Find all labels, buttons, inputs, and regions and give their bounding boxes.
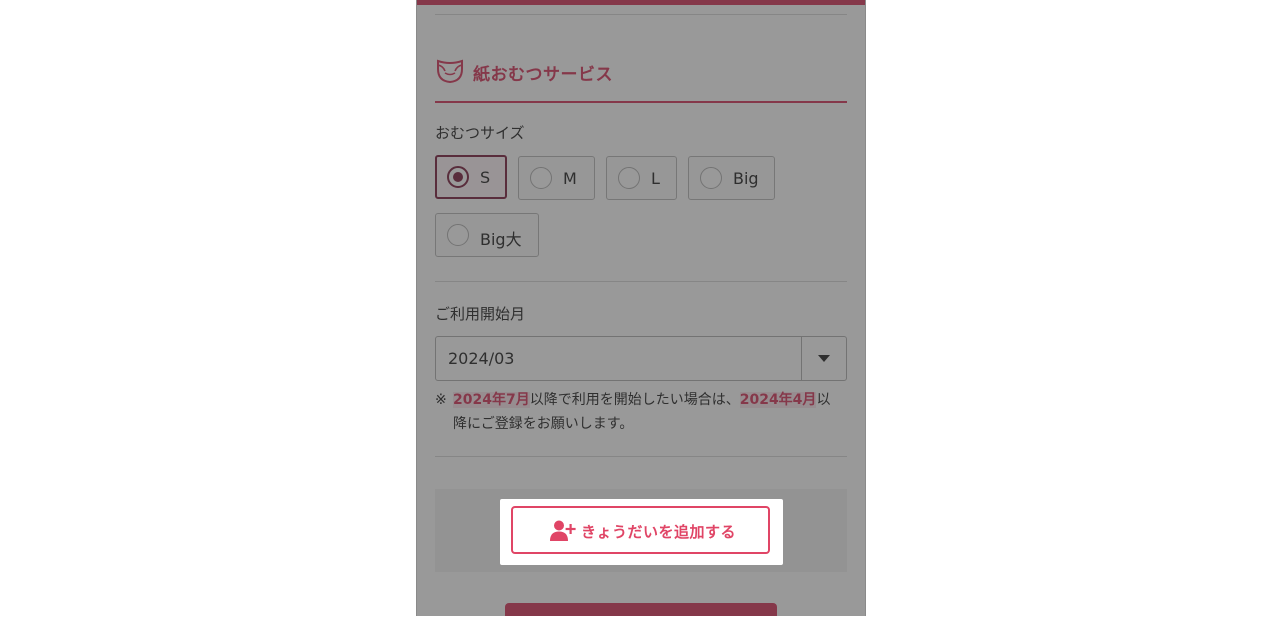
caret-down-icon xyxy=(818,355,830,362)
size-option-label: M xyxy=(563,169,577,188)
size-option-m[interactable]: M xyxy=(518,156,595,200)
divider xyxy=(435,14,847,15)
note-mark: ※ xyxy=(435,392,447,408)
size-option-big[interactable]: Big xyxy=(688,156,775,200)
diaper-icon xyxy=(437,59,463,84)
radio-indicator xyxy=(618,167,640,189)
top-accent-bar xyxy=(417,0,865,5)
highlight-spotlight: きょうだいを追加する xyxy=(500,499,783,565)
section-title: 紙おむつサービス xyxy=(473,65,613,85)
radio-indicator xyxy=(447,224,469,246)
note-line-2: 降にご登録をお願いします。 xyxy=(453,416,634,432)
size-option-label: L xyxy=(651,169,660,188)
note-highlight-date: 2024年7月 xyxy=(453,392,530,408)
size-option-s[interactable]: S xyxy=(435,155,507,199)
size-option-big-dai[interactable]: Big大 xyxy=(435,213,539,257)
radio-indicator xyxy=(530,167,552,189)
note-text: 以 xyxy=(816,392,831,408)
start-month-label: ご利用開始月 xyxy=(435,305,526,323)
size-option-l[interactable]: L xyxy=(606,156,677,200)
add-sibling-label: きょうだいを追加する xyxy=(581,523,737,541)
size-option-label: S xyxy=(480,168,491,187)
start-month-select[interactable]: 2024/03 xyxy=(435,336,847,381)
size-option-label: Big xyxy=(733,169,759,188)
radio-indicator xyxy=(447,166,469,188)
note-line-1: 2024年7月以降で利用を開始したい場合は、2024年4月以 xyxy=(453,388,830,412)
start-month-value: 2024/03 xyxy=(448,349,515,368)
add-sibling-button[interactable]: きょうだいを追加する xyxy=(511,506,770,554)
section-header: 紙おむつサービス xyxy=(435,55,847,103)
note-text: 以降で利用を開始したい場合は、 xyxy=(529,392,740,408)
divider xyxy=(435,456,847,457)
diaper-size-label: おむつサイズ xyxy=(435,124,525,142)
primary-submit-button[interactable] xyxy=(505,603,777,616)
user-plus-icon xyxy=(550,520,576,541)
radio-indicator xyxy=(700,167,722,189)
note-highlight-date: 2024年4月 xyxy=(739,392,817,408)
dropdown-toggle[interactable] xyxy=(801,337,846,380)
size-option-label: Big大 xyxy=(480,230,522,249)
divider xyxy=(435,281,847,282)
